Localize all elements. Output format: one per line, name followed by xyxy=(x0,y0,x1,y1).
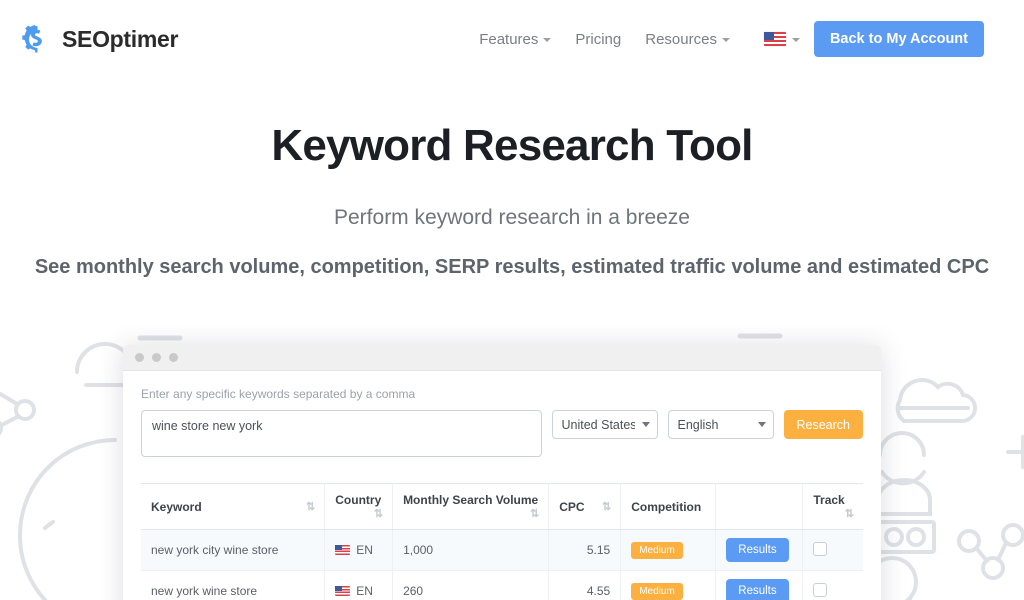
nav-label-pricing: Pricing xyxy=(575,31,621,48)
column-header-competition[interactable]: Competition xyxy=(621,484,716,530)
table-row[interactable]: new york wine store EN 260 4.55 Medium xyxy=(141,571,863,600)
status-badge: Medium xyxy=(631,583,683,600)
cell-cpc: 4.55 xyxy=(549,571,621,600)
table-row[interactable]: new york city wine store EN 1,000 5.15 M… xyxy=(141,530,863,571)
sort-icon-msv[interactable]: ⇅ xyxy=(530,507,538,520)
country-flag-cell: EN xyxy=(335,543,382,557)
nav-label-features: Features xyxy=(479,31,538,48)
column-label-country: Country xyxy=(335,493,381,507)
country-code: EN xyxy=(356,543,373,557)
cell-cpc: 5.15 xyxy=(549,530,621,571)
site-header: SEOptimer Features Pricing Resources Bac… xyxy=(0,0,1024,78)
sort-icon-keyword[interactable]: ⇅ xyxy=(306,500,314,513)
sort-icon-cpc[interactable]: ⇅ xyxy=(602,500,610,513)
sort-icon-track[interactable]: ⇅ xyxy=(845,507,853,520)
plus-icon xyxy=(1008,437,1024,467)
cell-results: Results xyxy=(716,530,803,571)
table-head: Keyword ⇅ Country ⇅ Monthly Search Volum… xyxy=(141,484,863,530)
country-select-wrap: United States xyxy=(552,410,658,439)
chevron-down-icon xyxy=(543,38,551,42)
share-node-icon xyxy=(16,401,34,419)
track-checkbox[interactable] xyxy=(813,583,827,597)
column-label-keyword: Keyword xyxy=(151,500,202,514)
us-flag-icon xyxy=(764,32,786,46)
window-close-dot-icon[interactable] xyxy=(135,353,144,362)
window-minimize-dot-icon[interactable] xyxy=(152,353,161,362)
results-button[interactable]: Results xyxy=(726,538,788,562)
table-header-row: Keyword ⇅ Country ⇅ Monthly Search Volum… xyxy=(141,484,863,530)
cell-competition: Medium xyxy=(621,530,716,571)
column-label-track: Track xyxy=(813,493,844,507)
window-maximize-dot-icon[interactable] xyxy=(169,353,178,362)
us-flag-icon-row xyxy=(335,545,350,555)
nav-item-features[interactable]: Features xyxy=(467,31,563,48)
cell-results: Results xyxy=(716,571,803,600)
cell-monthly-search-volume: 260 xyxy=(393,571,549,600)
hero-subtitle: Perform keyword research in a breeze xyxy=(0,206,1024,230)
brand-logo[interactable]: SEOptimer xyxy=(20,22,178,56)
banknote-icon xyxy=(872,522,934,552)
keyword-results-table: Keyword ⇅ Country ⇅ Monthly Search Volum… xyxy=(141,483,863,600)
sort-icon-country[interactable]: ⇅ xyxy=(374,507,382,520)
cell-competition: Medium xyxy=(621,571,716,600)
column-header-country[interactable]: Country ⇅ xyxy=(325,484,393,530)
language-select-wrap: English xyxy=(668,410,774,439)
chevron-down-icon-2 xyxy=(722,38,730,42)
column-label-cpc: CPC xyxy=(559,500,584,514)
nav-item-pricing[interactable]: Pricing xyxy=(563,31,633,48)
column-header-monthly-search-volume[interactable]: Monthly Search Volume ⇅ xyxy=(393,484,549,530)
keywords-input[interactable] xyxy=(141,410,542,457)
cell-country: EN xyxy=(325,530,393,571)
mockup-titlebar xyxy=(123,345,881,371)
mockup-body: Enter any specific keywords separated by… xyxy=(123,371,881,600)
column-label-msv: Monthly Search Volume xyxy=(403,493,538,507)
cell-keyword: new york wine store xyxy=(141,571,325,600)
app-mockup-window: Enter any specific keywords separated by… xyxy=(123,345,881,600)
table-body: new york city wine store EN 1,000 5.15 M… xyxy=(141,530,863,600)
research-button[interactable]: Research xyxy=(784,410,864,439)
language-flag-selector[interactable] xyxy=(764,32,800,46)
back-to-my-account-button[interactable]: Back to My Account xyxy=(814,21,984,57)
cell-track xyxy=(803,571,863,600)
chevron-down-icon-3 xyxy=(792,38,800,42)
cell-track xyxy=(803,530,863,571)
cell-monthly-search-volume: 1,000 xyxy=(393,530,549,571)
column-header-track[interactable]: Track ⇅ xyxy=(803,484,863,530)
country-select[interactable]: United States xyxy=(552,410,658,439)
nav-item-resources[interactable]: Resources xyxy=(633,31,742,48)
person-icon xyxy=(880,433,924,455)
cell-country: EN xyxy=(325,571,393,600)
status-badge: Medium xyxy=(631,542,683,559)
cell-keyword: new york city wine store xyxy=(141,530,325,571)
results-button[interactable]: Results xyxy=(726,579,788,600)
us-flag-icon-row xyxy=(335,586,350,596)
main-nav: Features Pricing Resources Back to My Ac… xyxy=(467,21,984,57)
hero-section: Keyword Research Tool Perform keyword re… xyxy=(0,78,1024,279)
page-root: SEOptimer Features Pricing Resources Bac… xyxy=(0,0,1024,600)
language-select[interactable]: English xyxy=(668,410,774,439)
keywords-field-label: Enter any specific keywords separated by… xyxy=(141,387,863,401)
hero-description: See monthly search volume, competition, … xyxy=(0,256,1024,279)
country-flag-cell: EN xyxy=(335,584,382,598)
column-header-cpc[interactable]: CPC ⇅ xyxy=(549,484,621,530)
track-checkbox[interactable] xyxy=(813,542,827,556)
country-code: EN xyxy=(356,584,373,598)
column-header-keyword[interactable]: Keyword ⇅ xyxy=(141,484,325,530)
gear-s-logo-icon xyxy=(20,22,54,56)
nav-label-resources: Resources xyxy=(645,31,717,48)
share-node-icon-2 xyxy=(959,531,979,551)
column-header-actions xyxy=(716,484,803,530)
brand-name: SEOptimer xyxy=(62,26,178,53)
page-title: Keyword Research Tool xyxy=(0,122,1024,170)
keyword-search-form: United States English Research xyxy=(141,410,863,457)
cloud-icon xyxy=(898,380,975,421)
column-label-competition: Competition xyxy=(631,500,701,514)
